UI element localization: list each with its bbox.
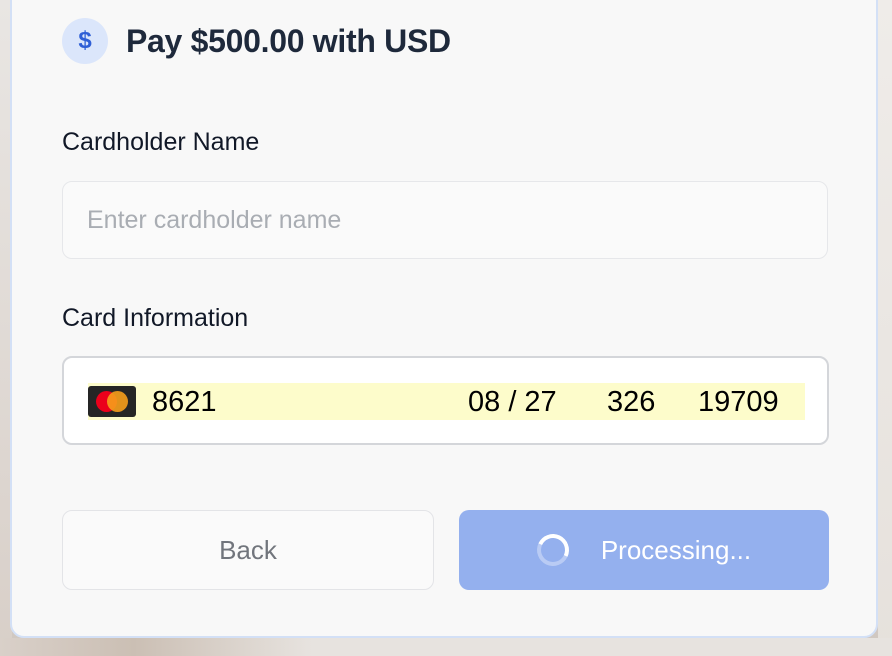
card-cvc-input[interactable]: 326 bbox=[607, 384, 655, 420]
cardholder-name-input[interactable] bbox=[62, 181, 828, 259]
dollar-icon: $ bbox=[62, 18, 108, 64]
autofill-highlight: 8621 08 / 27 326 19709 bbox=[88, 383, 805, 420]
back-button[interactable]: Back bbox=[62, 510, 434, 590]
mastercard-orange-circle bbox=[107, 391, 128, 412]
background-right bbox=[878, 0, 892, 656]
card-number-input[interactable]: 8621 bbox=[152, 384, 217, 420]
cardholder-name-label: Cardholder Name bbox=[62, 128, 260, 156]
card-information-label: Card Information bbox=[62, 304, 249, 332]
card-expiry-input[interactable]: 08 / 27 bbox=[468, 384, 557, 420]
payment-header: $ Pay $500.00 with USD bbox=[62, 18, 451, 64]
card-information-field[interactable]: 8621 08 / 27 326 19709 bbox=[62, 356, 829, 445]
spinner-icon bbox=[532, 529, 574, 571]
processing-button[interactable]: Processing... bbox=[459, 510, 829, 590]
payment-title: Pay $500.00 with USD bbox=[126, 22, 451, 59]
processing-label: Processing... bbox=[600, 534, 752, 565]
mastercard-icon bbox=[88, 386, 136, 417]
background-bottom bbox=[0, 638, 892, 656]
card-zip-input[interactable]: 19709 bbox=[698, 384, 779, 420]
